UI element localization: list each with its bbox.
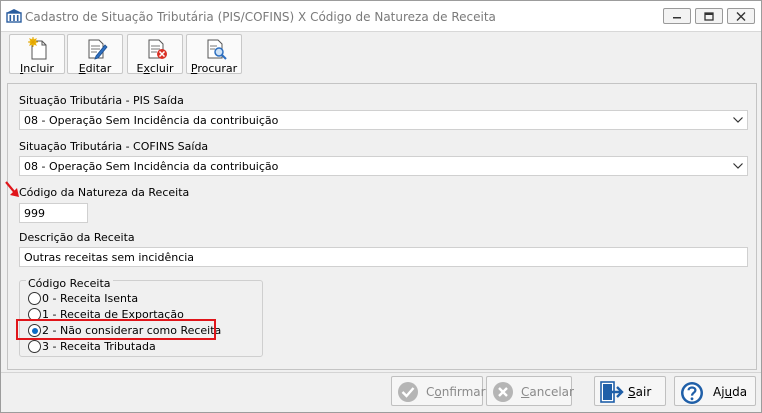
new-document-icon [28, 37, 47, 60]
window-title: Cadastro de Situação Tributária (PIS/COF… [25, 10, 496, 24]
title-bar: Cadastro de Situação Tributária (PIS/COF… [1, 1, 761, 31]
sair-button[interactable]: Sair [594, 376, 666, 406]
natureza-label: Código da Natureza da Receita [19, 186, 190, 199]
help-question-icon [681, 382, 703, 404]
cancel-circle-icon [493, 382, 513, 402]
toolbar-separator [1, 31, 761, 32]
cofins-select[interactable]: 08 - Operação Sem Incidência da contribu… [19, 156, 748, 176]
procurar-button[interactable]: Procurar [186, 34, 242, 75]
sair-label: Sair [628, 385, 652, 399]
highlight-box-annotation [16, 319, 216, 340]
confirmar-label: Confirmar [426, 385, 486, 399]
cofins-label: Situação Tributária - COFINS Saída [19, 140, 209, 153]
pis-select[interactable]: 08 - Operação Sem Incidência da contribu… [19, 110, 748, 130]
bottom-separator [1, 372, 761, 373]
cofins-select-value: 08 - Operação Sem Incidência da contribu… [24, 160, 279, 173]
radio-circle[interactable] [28, 292, 41, 305]
cancelar-button[interactable]: Cancelar [486, 376, 574, 406]
confirmar-button[interactable]: Confirmar [391, 376, 486, 406]
ajuda-button[interactable]: Ajuda [674, 376, 756, 406]
minimize-button[interactable] [663, 8, 691, 24]
excluir-button[interactable]: Excluir [127, 34, 183, 75]
natureza-input[interactable]: 999 [19, 203, 88, 223]
search-document-icon [207, 39, 227, 60]
chevron-down-icon [733, 163, 743, 169]
red-arrow-annotation-icon [5, 181, 19, 197]
exit-door-icon [600, 381, 624, 403]
descricao-input-value: Outras receitas sem incidência [24, 251, 195, 264]
editar-label: Editar [78, 62, 112, 75]
codigo-receita-title: Código Receita [26, 277, 113, 290]
check-circle-icon [398, 382, 418, 402]
ajuda-label: Ajuda [713, 385, 748, 399]
delete-document-icon [148, 39, 167, 59]
chevron-down-icon [733, 117, 743, 123]
natureza-input-value: 999 [24, 207, 45, 220]
descricao-input[interactable]: Outras receitas sem incidência [19, 247, 748, 267]
procurar-label: Procurar [190, 62, 238, 75]
radio-label: 0 - Receita Isenta [42, 292, 139, 305]
descricao-label: Descrição da Receita [19, 231, 135, 244]
edit-document-icon [88, 39, 108, 60]
maximize-button[interactable] [695, 8, 723, 24]
radio-circle[interactable] [28, 340, 41, 353]
close-icon [736, 12, 746, 21]
restore-icon [704, 12, 714, 21]
close-button[interactable] [727, 8, 755, 24]
minimize-icon [673, 17, 681, 19]
incluir-button[interactable]: Incluir [9, 34, 65, 75]
cancelar-label: Cancelar [521, 385, 574, 399]
app-building-icon [6, 9, 22, 23]
radio-label: 3 - Receita Tributada [42, 340, 156, 353]
editar-button[interactable]: Editar [67, 34, 123, 75]
pis-select-value: 08 - Operação Sem Incidência da contribu… [24, 114, 279, 127]
incluir-label: Incluir [20, 62, 54, 75]
excluir-label: Excluir [136, 62, 174, 75]
cadastro-window: Cadastro de Situação Tributária (PIS/COF… [0, 0, 762, 413]
pis-label: Situação Tributária - PIS Saída [19, 94, 184, 107]
